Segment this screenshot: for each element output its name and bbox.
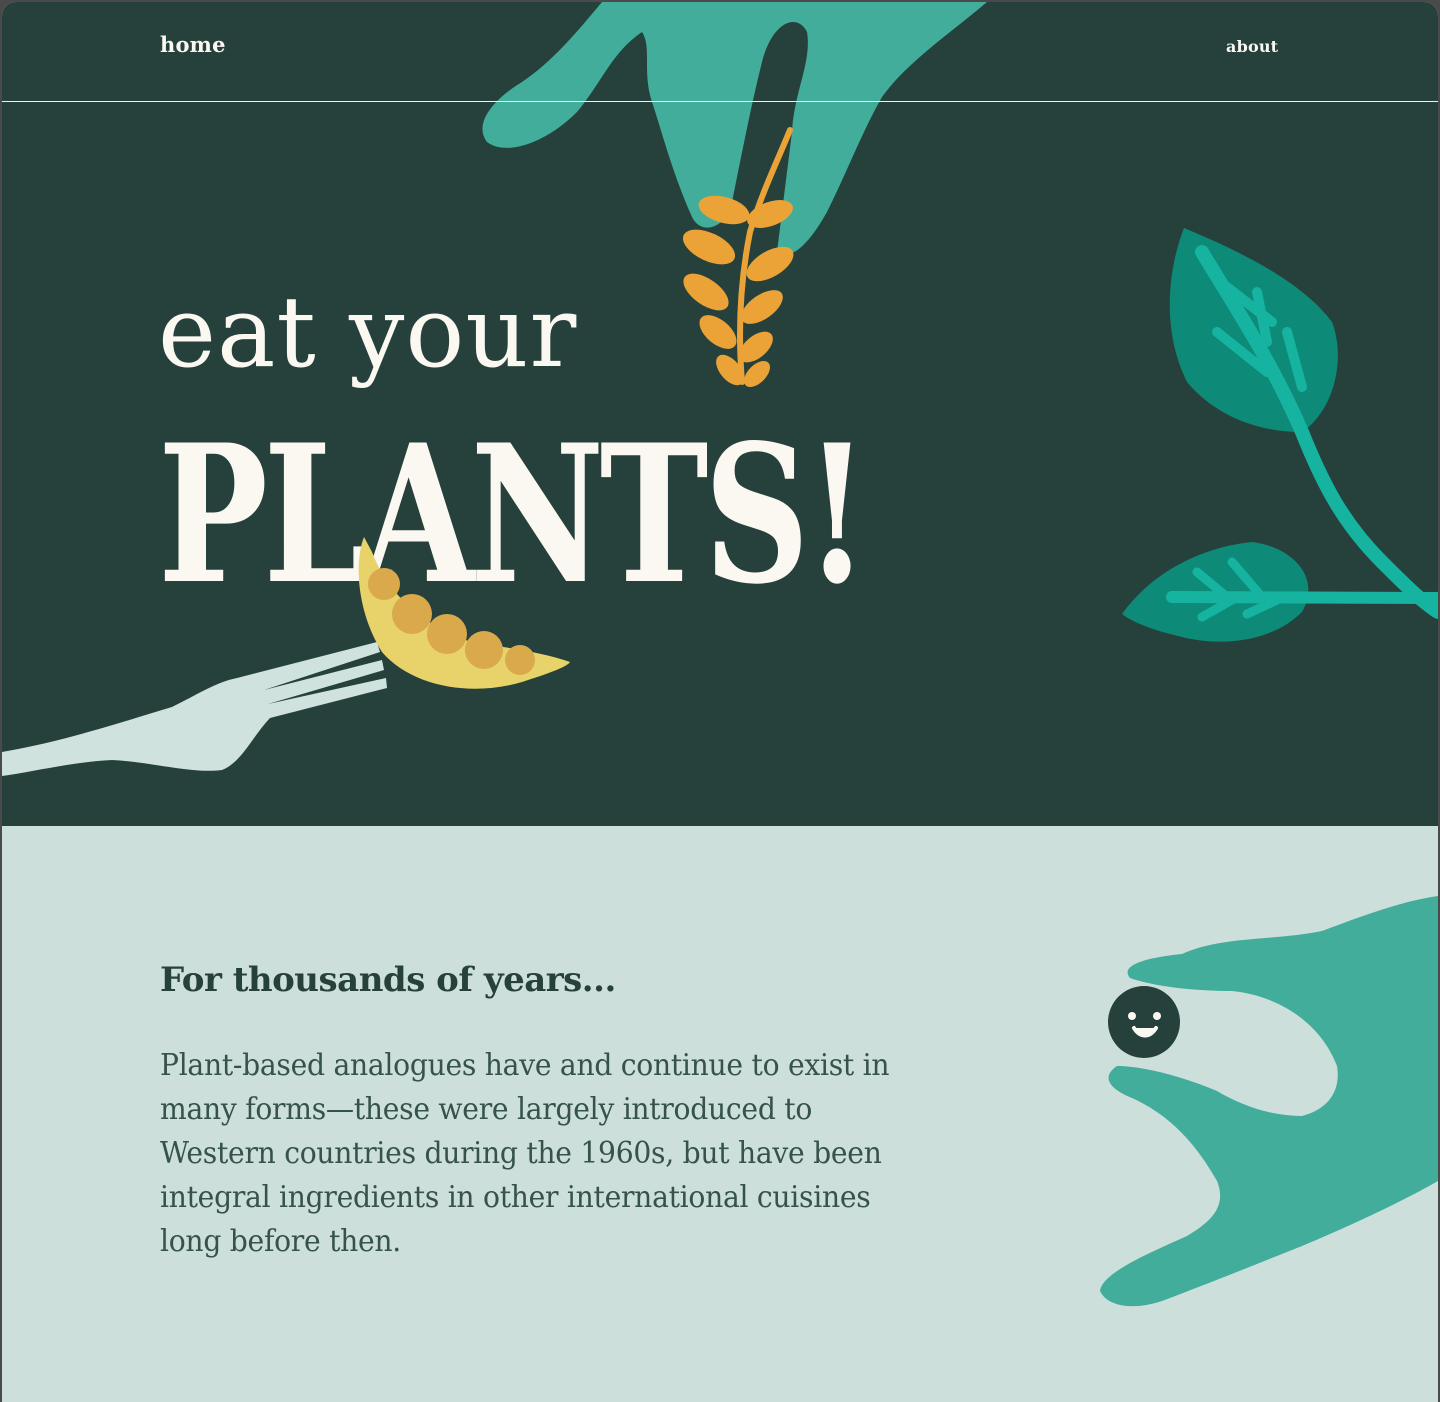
top-nav: home about [2, 2, 1438, 102]
story-body-text: Plant-based analogues have and continue … [160, 1048, 890, 1259]
page-frame: home about eat your PLANTS! For thousand… [2, 2, 1438, 1402]
hero-headline-line2: PLANTS! [158, 403, 869, 626]
hero-headline-line1: eat your [158, 276, 578, 390]
hero-section: home about eat your PLANTS! [2, 2, 1438, 826]
smiling-pea-icon [1108, 986, 1180, 1058]
hand-icon [1100, 896, 1438, 1307]
story-heading: For thousands of years... [160, 960, 616, 1000]
nav-home-link[interactable]: home [160, 32, 226, 57]
nav-about-link[interactable]: about [1226, 37, 1278, 56]
leaf-icon [1122, 228, 1438, 642]
story-section: For thousands of years... Plant-based an… [2, 826, 1438, 1402]
